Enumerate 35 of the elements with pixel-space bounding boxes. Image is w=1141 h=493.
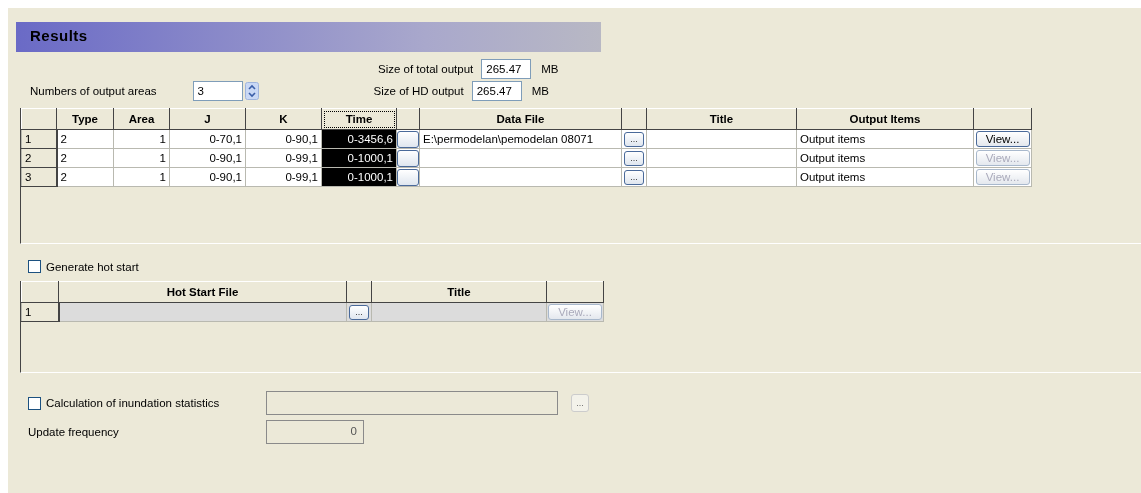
column-header[interactable]: K — [245, 108, 322, 130]
checkbox[interactable] — [28, 396, 41, 410]
checkbox-label: Generate hot start — [46, 260, 139, 273]
table-cell-text: E:\permodelan\pemodelan 08071 — [423, 133, 595, 145]
column-header[interactable]: Time — [321, 108, 397, 130]
column-header[interactable]: J — [169, 108, 246, 130]
column-header[interactable]: Area — [113, 108, 170, 130]
input-field[interactable]: 265.47 — [481, 59, 532, 79]
browse-button[interactable]: ... — [624, 150, 644, 166]
input-field[interactable]: 265.47 — [471, 81, 522, 101]
column-header[interactable]: Output Items — [796, 108, 974, 130]
section-header: Results — [16, 22, 601, 52]
checkbox-label: Calculation of inundation statistics — [46, 397, 221, 409]
cell-button[interactable] — [397, 149, 419, 167]
spin-field[interactable]: 3 — [192, 81, 243, 101]
unit-label: MB — [541, 63, 559, 75]
path-field[interactable] — [266, 391, 558, 415]
cell-button[interactable] — [397, 130, 419, 148]
field-label: Size of HD output — [373, 85, 464, 97]
column-header[interactable]: Title — [371, 281, 547, 303]
cell-button[interactable] — [397, 168, 419, 186]
field-label: Size of total output — [378, 63, 474, 75]
column-header[interactable]: Hot Start File — [58, 281, 347, 303]
column-header[interactable]: Title — [646, 108, 797, 130]
view-button[interactable]: View... — [975, 131, 1030, 147]
field-label: Numbers of output areas — [30, 85, 157, 97]
spinner-icon[interactable] — [244, 82, 259, 100]
browse-button[interactable]: ... — [624, 131, 644, 147]
column-header[interactable]: Data File — [419, 108, 622, 130]
column-header[interactable]: Type — [56, 108, 114, 130]
field-label: Update frequency — [28, 426, 120, 438]
browse-button[interactable]: ... — [349, 304, 369, 320]
unit-label: MB — [531, 85, 549, 97]
checkbox[interactable] — [28, 260, 41, 273]
browse-button[interactable]: ... — [624, 169, 644, 185]
